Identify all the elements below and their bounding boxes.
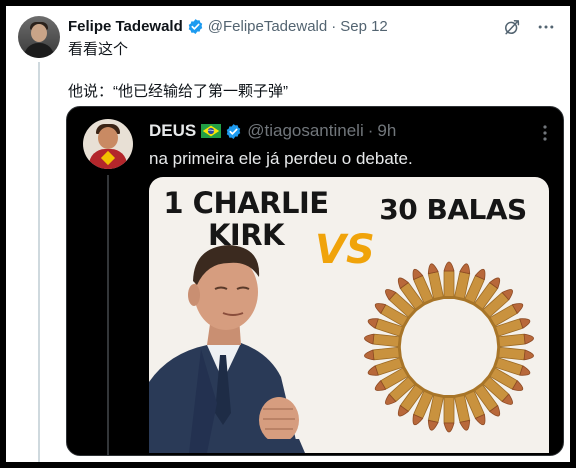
meme-vs-label: VS	[315, 227, 375, 273]
quoted-author-avatar[interactable]	[83, 119, 133, 169]
bullet	[443, 261, 455, 299]
meme-left-line2: KIRK	[207, 218, 285, 252]
meme-image[interactable]: 1 CHARLIE KIRK VS 30 BALAS	[149, 177, 549, 453]
quoted-verified-badge-icon	[227, 123, 241, 139]
tweet-card: Felipe Tadewald @FelipeTadewald · Sep 12…	[6, 6, 570, 462]
tweet-tools	[502, 17, 556, 37]
quoted-author-handle[interactable]: @tiagosantineli	[247, 121, 364, 141]
tweet-date[interactable]: Sep 12	[340, 18, 388, 35]
quoted-text: na primeira ele já perdeu o debate.	[149, 149, 413, 168]
quoted-author-name[interactable]: DEUS	[149, 121, 196, 141]
tweet-text-line1: 看看这个	[68, 41, 129, 58]
bullet	[443, 395, 455, 433]
tweet-header: Felipe Tadewald @FelipeTadewald · Sep 12	[68, 16, 388, 36]
quoted-thread-line	[107, 175, 109, 455]
grok-icon[interactable]	[502, 17, 522, 37]
brazil-flag-icon	[201, 124, 222, 138]
meme-right-title: 30 BALAS	[379, 193, 527, 226]
quoted-header: DEUS @tiagosantineli · 9h	[149, 121, 396, 141]
author-avatar[interactable]	[18, 16, 60, 58]
author-handle[interactable]: @FelipeTadewald	[208, 18, 327, 35]
more-icon[interactable]	[536, 17, 556, 37]
tweet-text-line2: 他说：“他已经输给了第一颗子弹”	[68, 83, 288, 100]
quoted-more-icon[interactable]	[543, 125, 547, 141]
meme-left-line1: 1 CHARLIE	[163, 186, 329, 220]
separator-dot: ·	[331, 17, 337, 35]
thread-line	[38, 62, 40, 462]
quoted-separator-dot: ·	[367, 121, 374, 140]
quoted-tweet[interactable]: DEUS @tiagosantineli · 9h na primeira el…	[66, 106, 564, 456]
meme-left-title: 1 CHARLIE KIRK	[161, 187, 331, 251]
quoted-time[interactable]: 9h	[377, 121, 396, 141]
verified-badge-icon	[188, 18, 202, 34]
author-name[interactable]: Felipe Tadewald	[68, 18, 183, 35]
